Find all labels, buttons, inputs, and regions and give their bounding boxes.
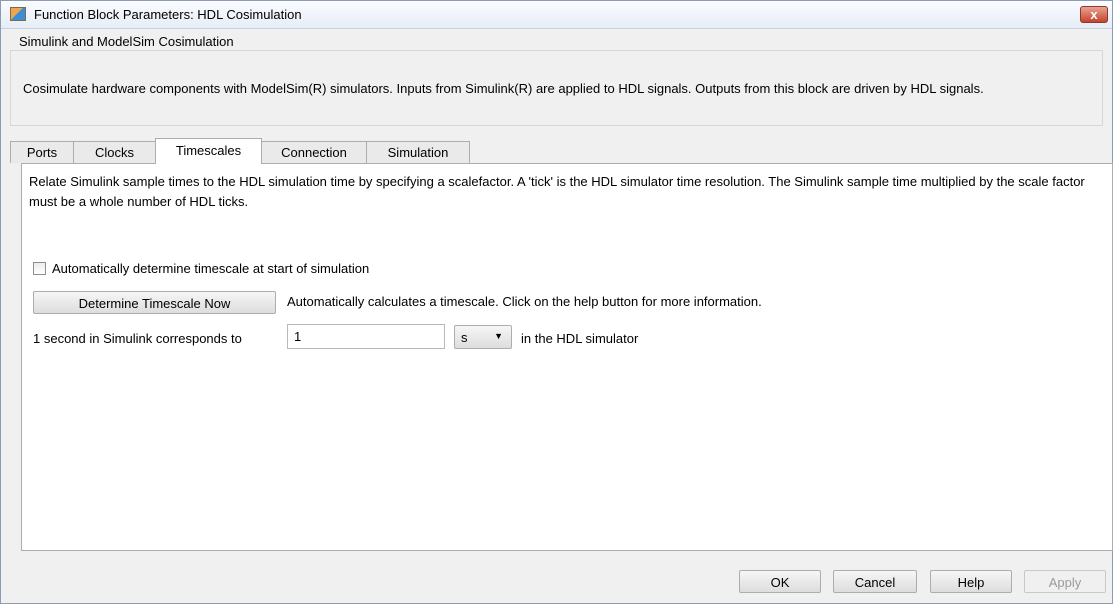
apply-button[interactable]: Apply xyxy=(1024,570,1106,593)
tab-clocks[interactable]: Clocks xyxy=(73,141,156,163)
timescales-panel: Relate Simulink sample times to the HDL … xyxy=(21,163,1113,551)
hdl-simulator-label: in the HDL simulator xyxy=(521,331,639,346)
ok-button[interactable]: OK xyxy=(739,570,821,593)
window-title: Function Block Parameters: HDL Cosimulat… xyxy=(34,7,302,22)
chevron-down-icon: ▼ xyxy=(494,331,503,341)
determine-timescale-hint: Automatically calculates a timescale. Cl… xyxy=(287,294,762,309)
title-bar[interactable]: Function Block Parameters: HDL Cosimulat… xyxy=(1,1,1112,29)
timescales-description: Relate Simulink sample times to the HDL … xyxy=(29,174,1085,209)
time-unit-select[interactable]: s ▼ xyxy=(454,325,512,349)
help-button[interactable]: Help xyxy=(930,570,1012,593)
dialog-window: Function Block Parameters: HDL Cosimulat… xyxy=(0,0,1113,604)
group-title: Simulink and ModelSim Cosimulation xyxy=(19,34,234,49)
tab-connection[interactable]: Connection xyxy=(261,141,367,163)
close-button[interactable]: x xyxy=(1080,6,1108,23)
simulink-block-icon xyxy=(10,7,26,21)
time-unit-value: s xyxy=(461,330,468,345)
auto-timescale-label[interactable]: Automatically determine timescale at sta… xyxy=(52,261,369,276)
block-description: Cosimulate hardware components with Mode… xyxy=(23,81,984,96)
scale-factor-input[interactable] xyxy=(287,324,445,349)
cancel-button[interactable]: Cancel xyxy=(833,570,917,593)
auto-timescale-checkbox[interactable] xyxy=(33,262,46,275)
determine-timescale-button[interactable]: Determine Timescale Now xyxy=(33,291,276,314)
tab-ports[interactable]: Ports xyxy=(10,141,74,163)
correspondence-label: 1 second in Simulink corresponds to xyxy=(33,331,242,346)
tab-simulation[interactable]: Simulation xyxy=(366,141,470,163)
tab-timescales[interactable]: Timescales xyxy=(155,138,262,164)
